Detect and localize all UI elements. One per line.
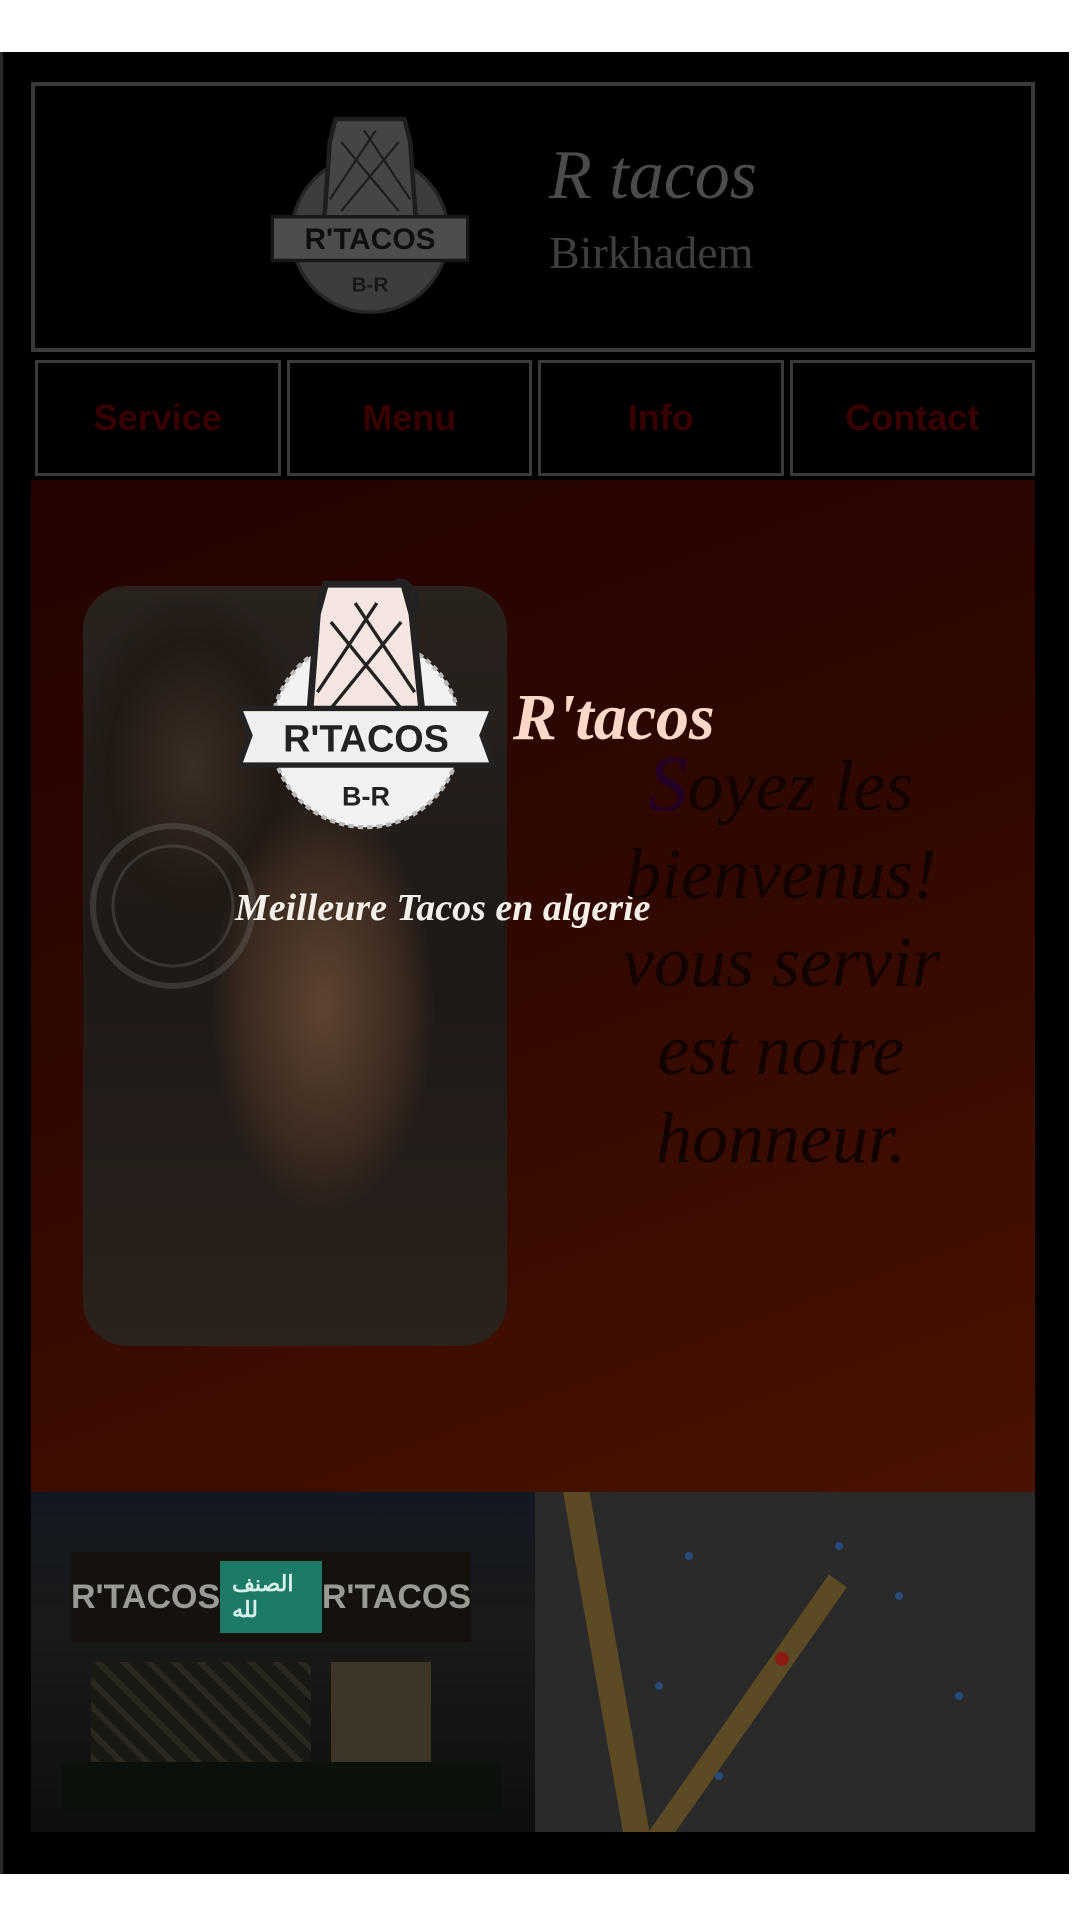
store-sign-right: R'TACOS (321, 1577, 471, 1616)
storefront-photo: R'TACOS الصنف لله R'TACOS (31, 1492, 535, 1832)
map-poi (895, 1592, 903, 1600)
location-map[interactable] (535, 1492, 1035, 1832)
hero-logo-icon: R'TACOS B-R (235, 578, 497, 830)
map-poi (655, 1682, 663, 1690)
hero-section: R'TACOS B-R R'tacos Meilleure Tacos en a… (31, 480, 1035, 1492)
store-sign: R'TACOS الصنف لله R'TACOS (71, 1552, 471, 1642)
store-plants (61, 1762, 501, 1812)
hero-logo-text: R'TACOS (283, 719, 449, 761)
nav-service[interactable]: Service (35, 360, 281, 476)
brand-title: R tacos (549, 137, 758, 214)
map-poi (955, 1692, 963, 1700)
store-sign-middle: الصنف لله (220, 1561, 322, 1633)
page-frame: R'TACOS B-R R tacos Birkhadem Service Me… (0, 52, 1069, 1874)
welcome-message: Soyez les bienvenus! vous servir est not… (581, 740, 981, 1182)
main-nav: Service Menu Info Contact (35, 360, 1035, 476)
map-poi (715, 1772, 723, 1780)
site-header: R'TACOS B-R R tacos Birkhadem (31, 82, 1035, 352)
map-poi (835, 1542, 843, 1550)
nav-contact[interactable]: Contact (789, 360, 1035, 476)
nav-menu[interactable]: Menu (286, 360, 532, 476)
map-road (560, 1492, 656, 1832)
nav-info[interactable]: Info (538, 360, 784, 476)
store-sign-left: R'TACOS (71, 1577, 221, 1616)
map-poi (685, 1552, 693, 1560)
brand-subtitle: Birkhadem (549, 227, 754, 278)
map-road (645, 1574, 847, 1832)
logo-sub: B-R (352, 274, 389, 297)
hero-logo-sub: B-R (342, 782, 390, 812)
logo-text: R'TACOS (304, 223, 435, 256)
rtacos-logo-icon: R'TACOS B-R (270, 116, 470, 314)
map-pin-icon[interactable] (775, 1652, 789, 1666)
welcome-initial: S (648, 740, 688, 827)
bottom-gallery: R'TACOS الصنف لله R'TACOS (31, 1492, 1035, 1832)
